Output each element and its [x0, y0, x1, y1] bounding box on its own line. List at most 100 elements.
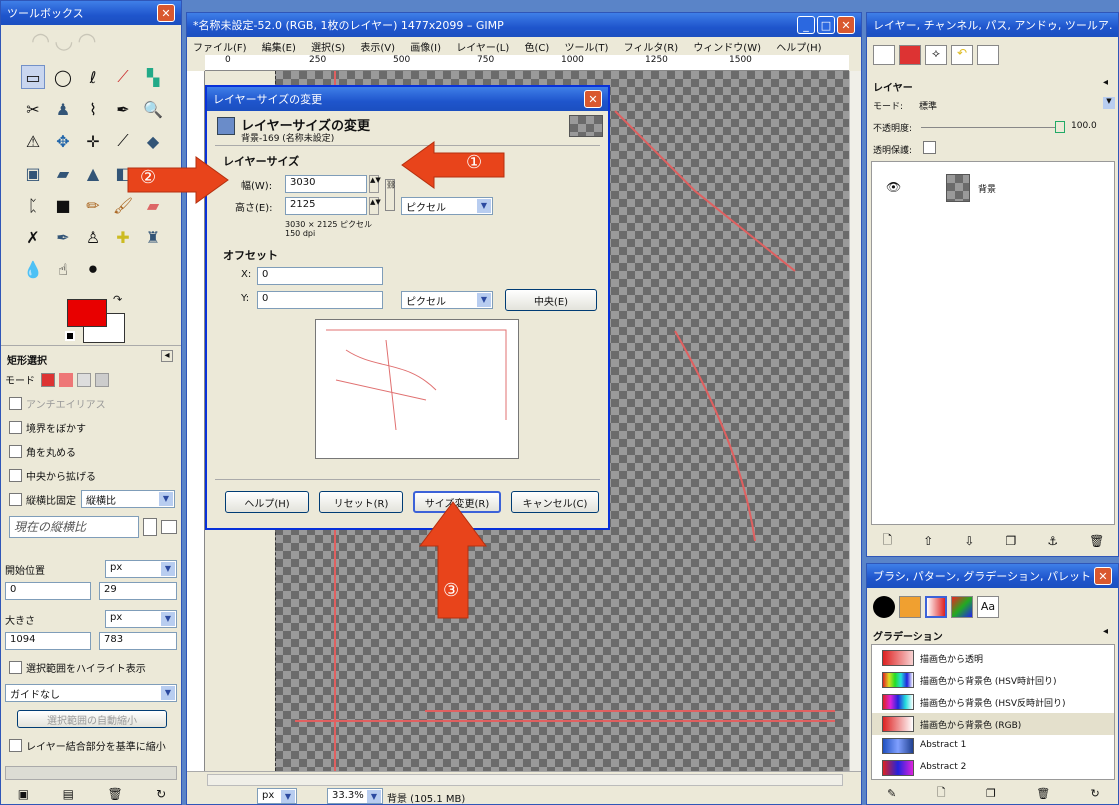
height-spinner[interactable]: ▲▼: [369, 197, 381, 215]
height-field[interactable]: 2125: [285, 197, 367, 215]
lower-layer-icon[interactable]: ⇩: [964, 534, 974, 548]
fixed-checkbox[interactable]: [9, 493, 22, 506]
layers-menu-icon[interactable]: ◂: [1103, 77, 1108, 88]
dialog-close-button[interactable]: ✕: [584, 90, 602, 108]
size-h-field[interactable]: 783: [99, 632, 177, 650]
free-select-tool-icon[interactable]: ℓ: [81, 65, 105, 89]
canvas-hscrollbar[interactable]: [207, 774, 843, 786]
pencil-tool-icon[interactable]: ✏: [81, 193, 105, 217]
crop-tool-icon[interactable]: ⟋: [111, 129, 135, 153]
vertical-scrollbar[interactable]: [849, 71, 861, 771]
gradient-item[interactable]: 描画色から透明: [872, 647, 1114, 669]
mode-subtract-icon[interactable]: [77, 372, 91, 387]
menu-windows[interactable]: ウィンドウ(W): [693, 43, 761, 54]
delete-layer-icon[interactable]: 🗑: [1089, 534, 1104, 548]
width-spinner[interactable]: ▲▼: [369, 175, 381, 193]
x-offset-field[interactable]: 0: [257, 267, 383, 285]
fg-color-swatch[interactable]: [67, 299, 107, 327]
move-tool-icon[interactable]: ✥: [51, 129, 75, 153]
opacity-slider[interactable]: [921, 127, 1055, 128]
offset-unit-combo[interactable]: ピクセル: [401, 291, 493, 309]
close-button[interactable]: ✕: [837, 16, 855, 34]
portrait-icon[interactable]: [143, 518, 157, 536]
gradients-menu-icon[interactable]: ◂: [1103, 626, 1108, 637]
scissors-tool-icon[interactable]: ✂: [21, 97, 45, 121]
maximize-button[interactable]: □: [817, 16, 835, 34]
new-gradient-icon[interactable]: 🗋: [937, 784, 946, 803]
align-tool-icon[interactable]: ✛: [81, 129, 105, 153]
layer-row[interactable]: 👁 背景: [872, 168, 1114, 208]
y-offset-field[interactable]: 0: [257, 291, 383, 309]
layer-mode-value[interactable]: 標準: [919, 99, 937, 112]
paths-tab-icon[interactable]: ⟡: [925, 45, 947, 65]
duplicate-layer-icon[interactable]: ❐: [1006, 534, 1017, 548]
fixed-mode-combo[interactable]: 縦横比: [81, 490, 175, 508]
zoom-tool-icon[interactable]: 🔍: [141, 97, 165, 121]
gradient-item[interactable]: 描画色から背景色 (HSV時計回り): [872, 669, 1114, 691]
lock-alpha-checkbox[interactable]: [923, 141, 936, 154]
menu-colors[interactable]: 色(C): [524, 43, 549, 54]
opacity-handle[interactable]: [1055, 121, 1065, 133]
clone-tool-icon[interactable]: ♙: [81, 225, 105, 249]
layer-name[interactable]: 背景: [978, 182, 996, 195]
swap-colors-icon[interactable]: ↷: [113, 293, 122, 306]
foreground-select-tool-icon[interactable]: ♟: [51, 97, 75, 121]
options-menu-icon[interactable]: ◂: [161, 350, 173, 362]
heal-tool-icon[interactable]: ✚: [111, 225, 135, 249]
perspective-clone-tool-icon[interactable]: ♜: [141, 225, 165, 249]
blur-tool-icon[interactable]: 💧: [21, 257, 45, 281]
menu-select[interactable]: 選択(S): [311, 43, 345, 54]
duplicate-gradient-icon[interactable]: ❐: [986, 787, 996, 800]
brushes-titlebar[interactable]: ブラシ, パターン, グラデーション, パレット, フ… ✕: [867, 564, 1118, 588]
gradient-item[interactable]: Abstract 1: [872, 735, 1114, 757]
size-w-field[interactable]: 1094: [5, 632, 91, 650]
menu-layer[interactable]: レイヤー(L): [456, 43, 509, 54]
gradient-item[interactable]: 描画色から背景色 (HSV反時計回り): [872, 691, 1114, 713]
menu-tools[interactable]: ツール(T): [564, 43, 608, 54]
mode-intersect-icon[interactable]: [95, 372, 109, 387]
offset-preview[interactable]: [315, 319, 519, 459]
reset-button[interactable]: リセット(R): [319, 491, 403, 513]
reset-options-icon[interactable]: ↻: [156, 787, 166, 801]
aspect-ratio-field[interactable]: 現在の縦横比: [9, 516, 139, 538]
eye-icon[interactable]: 👁: [886, 180, 901, 194]
toolbox-titlebar[interactable]: ツールボックス ✕: [1, 1, 181, 25]
menu-image[interactable]: 画像(I): [410, 43, 441, 54]
status-unit-combo[interactable]: px: [257, 788, 297, 804]
landscape-icon[interactable]: [161, 520, 177, 534]
layers-tab-icon[interactable]: [873, 45, 895, 65]
cancel-button[interactable]: キャンセル(C): [511, 491, 599, 513]
color-select-tool-icon[interactable]: ▚: [141, 65, 165, 89]
horizontal-scrollbar[interactable]: [5, 766, 177, 780]
refresh-gradient-icon[interactable]: ↻: [1091, 787, 1100, 800]
position-y-field[interactable]: 29: [99, 582, 177, 600]
measure-tool-icon[interactable]: ⚠: [21, 129, 45, 153]
mode-add-icon[interactable]: [59, 372, 73, 387]
patterns-tab-icon[interactable]: [899, 596, 921, 618]
position-unit-combo[interactable]: px: [105, 560, 177, 578]
fuzzy-select-tool-icon[interactable]: ⟋: [111, 65, 135, 89]
chain-link-icon[interactable]: ⛓: [385, 179, 396, 211]
antialias-checkbox[interactable]: [9, 397, 22, 410]
menu-file[interactable]: ファイル(F): [193, 43, 247, 54]
mode-replace-icon[interactable]: [41, 372, 55, 387]
raise-layer-icon[interactable]: ⇧: [923, 534, 933, 548]
help-button[interactable]: ヘルプ(H): [225, 491, 309, 513]
menu-edit[interactable]: 編集(E): [262, 43, 296, 54]
dialog-titlebar[interactable]: レイヤーサイズの変更 ✕: [207, 87, 608, 111]
zoom-combo[interactable]: 33.3%: [327, 788, 383, 804]
palettes-tab-icon[interactable]: [951, 596, 973, 618]
gradient-item[interactable]: 描画色から背景色 (RGB): [872, 713, 1114, 735]
position-x-field[interactable]: 0: [5, 582, 91, 600]
perspective-tool-icon[interactable]: ▲: [81, 161, 105, 185]
restore-options-icon[interactable]: ▤: [63, 787, 74, 801]
rounded-checkbox[interactable]: [9, 445, 22, 458]
rotate-tool-icon[interactable]: ◆: [141, 129, 165, 153]
bucket-fill-tool-icon[interactable]: ■: [51, 193, 75, 217]
expand-center-checkbox[interactable]: [9, 469, 22, 482]
ink-tool-icon[interactable]: ✒: [51, 225, 75, 249]
paths-tool-icon[interactable]: ⌇: [81, 97, 105, 121]
minimize-button[interactable]: _: [797, 16, 815, 34]
undo-tab-icon[interactable]: ↶: [951, 45, 973, 65]
menu-help[interactable]: ヘルプ(H): [776, 43, 821, 54]
